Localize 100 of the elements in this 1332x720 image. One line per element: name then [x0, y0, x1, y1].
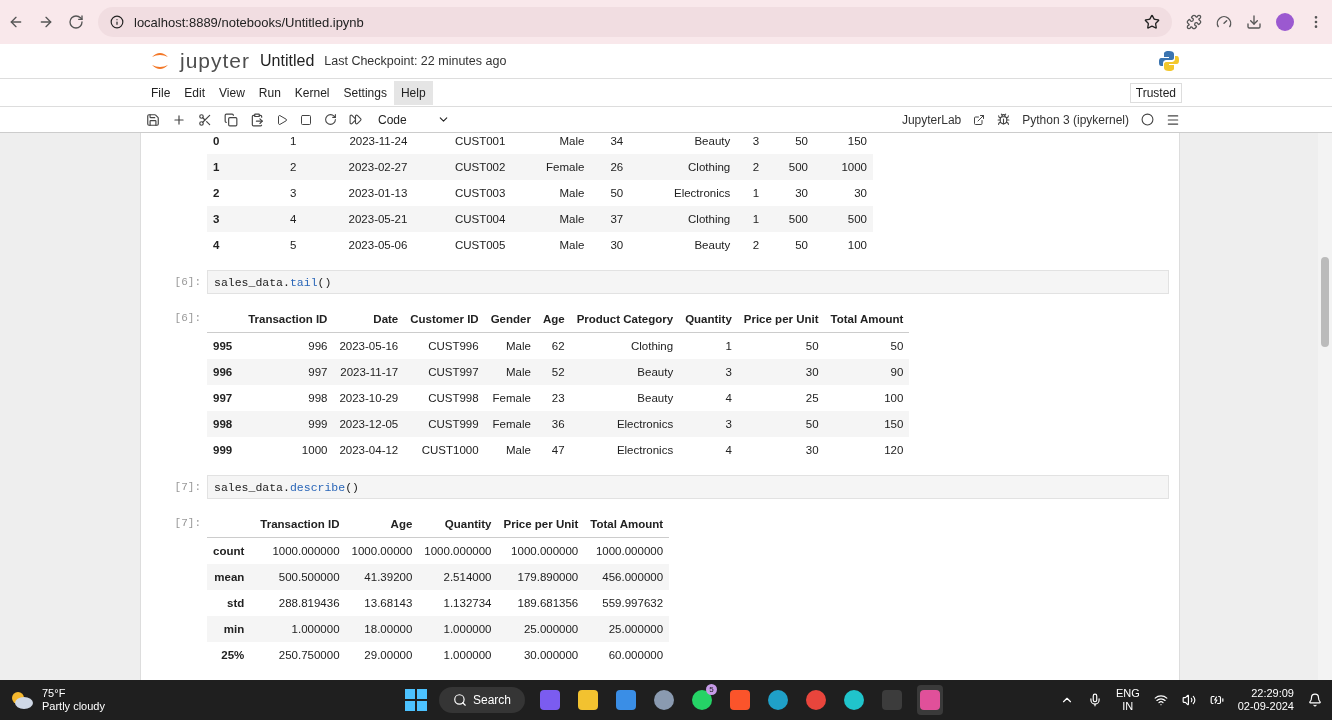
table-cell: Male: [511, 133, 591, 154]
gauge-icon[interactable]: [1216, 14, 1232, 30]
column-header: Quantity: [418, 511, 498, 538]
table-cell: CUST003: [413, 180, 512, 206]
output-prompt: [6]:: [173, 311, 201, 324]
jupyterlab-link[interactable]: JupyterLab: [901, 112, 962, 127]
notification-bell-icon[interactable]: [1308, 693, 1322, 707]
table-cell: 179.890000: [497, 564, 585, 590]
language-text[interactable]: ENG: [1115, 687, 1140, 700]
table-cell: 4: [679, 437, 738, 463]
trusted-badge[interactable]: Trusted: [1129, 82, 1182, 103]
table-cell: 2023-01-13: [302, 180, 414, 206]
row-index: min: [207, 616, 255, 642]
add-cell-icon[interactable]: [172, 112, 186, 127]
column-header: Total Amount: [584, 511, 670, 538]
table-cell: 250.750000: [254, 642, 346, 668]
copy-icon[interactable]: [224, 112, 238, 127]
menu-item[interactable]: Kernel: [287, 80, 337, 105]
kernel-name[interactable]: Python 3 (ipykernel): [1022, 112, 1129, 127]
back-icon[interactable]: [8, 14, 24, 30]
table-cell: Beauty: [570, 385, 680, 411]
code-cell[interactable]: sales_data.describe(): [207, 475, 1169, 499]
table-cell: CUST996: [404, 332, 485, 359]
menu-item[interactable]: File: [144, 80, 178, 105]
weather-icon: [10, 690, 34, 710]
table-cell: 4: [679, 385, 738, 411]
table-cell: 47: [536, 437, 571, 463]
table-cell: 2023-05-21: [302, 206, 414, 232]
taskbar-app[interactable]: [917, 685, 944, 715]
table-cell: 2: [736, 232, 766, 258]
address-bar[interactable]: localhost:8889/notebooks/Untitled.ipynb: [98, 7, 1172, 37]
save-icon[interactable]: [146, 112, 160, 127]
row-index: mean: [207, 564, 255, 590]
run-icon[interactable]: [276, 113, 288, 126]
table-cell: CUST005: [413, 232, 512, 258]
table-cell: 25: [737, 385, 825, 411]
python-logo: [1158, 50, 1180, 72]
row-index: 25%: [207, 642, 255, 668]
table-cell: CUST997: [404, 359, 485, 385]
table-cell: 26: [590, 154, 630, 180]
windows-start-icon[interactable]: [405, 689, 427, 711]
table-cell: 1000.000000: [584, 537, 670, 564]
table-cell: 30: [737, 359, 825, 385]
cell-type-dropdown[interactable]: Code: [378, 112, 450, 127]
battery-icon[interactable]: [1209, 693, 1224, 707]
table-cell: Male: [511, 232, 591, 258]
menu-item[interactable]: Settings: [336, 80, 394, 105]
scrollbar[interactable]: [1318, 133, 1332, 680]
star-icon[interactable]: [1144, 14, 1160, 30]
menu-item[interactable]: Run: [251, 80, 288, 105]
table-cell: 100: [814, 232, 873, 258]
menu-item[interactable]: View: [212, 80, 252, 105]
table-cell: 189.681356: [497, 590, 585, 616]
download-icon[interactable]: [1246, 14, 1262, 30]
clock-time[interactable]: 22:29:09: [1251, 687, 1294, 700]
menu-item[interactable]: Help: [393, 80, 433, 105]
column-header: Total Amount: [824, 306, 910, 333]
input-prompt: [7]:: [173, 480, 201, 493]
code-cell[interactable]: sales_data.tail(): [207, 270, 1169, 294]
extensions-icon[interactable]: [1186, 14, 1202, 30]
reload-icon[interactable]: [68, 14, 84, 30]
table-cell: 29.00000: [345, 642, 419, 668]
search-button[interactable]: Search: [439, 687, 526, 713]
notebook-title[interactable]: Untitled: [260, 52, 315, 70]
menu-icon[interactable]: [1166, 112, 1180, 127]
table-cell: 23: [536, 385, 571, 411]
output-prompt: [7]:: [173, 516, 201, 529]
table-cell: 30: [737, 437, 825, 463]
jupyter-logo[interactable]: jupyter: [180, 49, 251, 73]
clock-date[interactable]: 02-09-2024: [1237, 700, 1294, 713]
table-cell: 500: [765, 154, 814, 180]
table-cell: 1000: [242, 437, 334, 463]
restart-icon[interactable]: [324, 113, 337, 126]
menu-item[interactable]: Edit: [177, 80, 213, 105]
table-cell: 1.000000: [418, 642, 498, 668]
external-link-icon[interactable]: [973, 113, 986, 126]
temperature: 75°F: [42, 687, 67, 700]
table-cell: CUST001: [413, 133, 512, 154]
volume-icon[interactable]: [1181, 693, 1196, 707]
stop-icon[interactable]: [300, 113, 312, 126]
table-cell: 4: [273, 206, 303, 232]
info-icon: [110, 15, 124, 29]
wifi-icon[interactable]: [1153, 693, 1168, 707]
table-cell: 999: [242, 411, 334, 437]
region-text[interactable]: IN: [1122, 700, 1134, 713]
table-cell: Beauty: [629, 133, 737, 154]
forward-icon[interactable]: [38, 14, 54, 30]
table-cell: 50: [765, 133, 814, 154]
run-all-icon[interactable]: [349, 113, 362, 126]
bug-icon[interactable]: [997, 113, 1011, 126]
microphone-icon[interactable]: [1087, 693, 1102, 707]
cut-icon[interactable]: [198, 112, 212, 127]
row-index: 998: [207, 411, 243, 437]
kernel-status-icon[interactable]: [1141, 113, 1154, 126]
table-cell: 50: [765, 232, 814, 258]
table-cell: 1000.000000: [418, 537, 498, 564]
paste-icon[interactable]: [250, 112, 264, 127]
table-cell: 1000.000000: [254, 537, 346, 564]
profile-avatar[interactable]: [1276, 13, 1294, 31]
table-cell: 1.000000: [254, 616, 346, 642]
